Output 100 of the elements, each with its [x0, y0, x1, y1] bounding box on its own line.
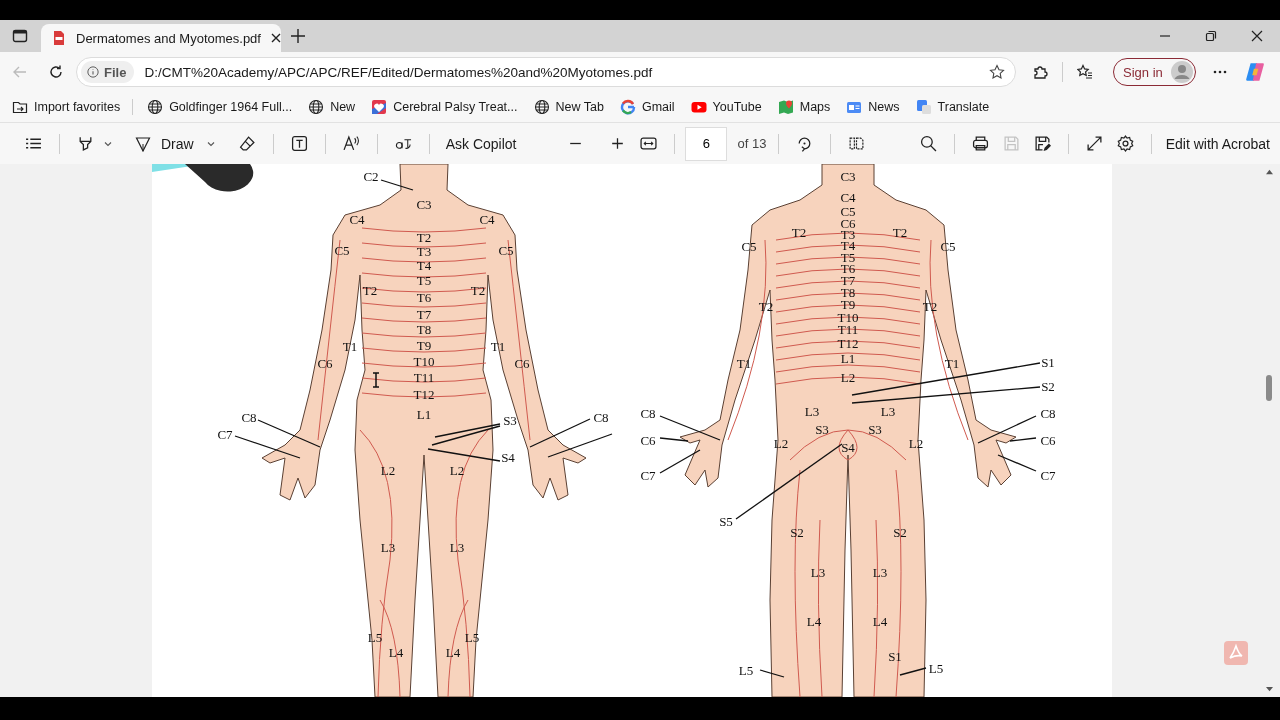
dermatome-label: L5 — [738, 662, 754, 678]
dermatome-label: S3 — [503, 412, 517, 428]
dermatome-label: T1 — [490, 338, 506, 354]
tab-title: Dermatomes and Myotomes.pdf — [76, 30, 261, 46]
leader-line — [257, 419, 321, 448]
eraser-icon[interactable] — [238, 135, 256, 152]
leader-line — [899, 667, 927, 676]
translate-icon — [915, 99, 932, 115]
refresh-icon[interactable] — [48, 64, 64, 80]
dermatome-label: S3 — [815, 421, 829, 437]
settings-icon[interactable] — [1116, 135, 1134, 152]
expand-icon[interactable] — [1085, 135, 1103, 152]
read-aloud-icon[interactable] — [342, 135, 360, 152]
ask-copilot-button[interactable]: Ask Copilot — [445, 135, 517, 152]
dermatome-label: L3 — [449, 539, 465, 555]
highlighter-icon[interactable] — [77, 135, 94, 152]
puzzle-icon[interactable] — [1032, 64, 1048, 80]
dermatome-label: T12 — [837, 335, 859, 351]
dermatome-label: L2 — [908, 435, 924, 451]
dermatome-label: S1 — [1041, 354, 1055, 370]
favorite-link[interactable]: New — [308, 99, 356, 115]
dermatome-label: C2 — [363, 168, 379, 184]
address-field[interactable]: File D:/CMT%20Academy/APC/APC/REF/Edited/Dermatomes%20and%20Myotomes.pdf — [76, 57, 1016, 87]
dermatome-label: C7 — [1040, 467, 1056, 483]
dermatome-label: C5 — [334, 242, 350, 258]
text-box-icon[interactable] — [290, 135, 308, 152]
close-icon[interactable] — [1251, 30, 1263, 42]
favorite-link[interactable]: Maps — [777, 99, 831, 115]
dermatome-label: T5 — [840, 249, 856, 265]
dermatome-label: T8 — [416, 321, 432, 337]
favorite-link[interactable]: News — [846, 99, 900, 115]
copilot-icon[interactable] — [1243, 61, 1266, 83]
dermatome-label: S1 — [888, 648, 902, 664]
leader-line — [431, 425, 501, 446]
dermatome-label: C7 — [640, 467, 656, 483]
browser-tab[interactable]: Dermatomes and Myotomes.pdf — [41, 24, 281, 52]
dermatome-label: L2 — [773, 435, 789, 451]
dermatome-label: L5 — [464, 629, 480, 645]
dermatome-label: S4 — [841, 439, 855, 455]
scroll-thumb[interactable] — [1266, 375, 1272, 401]
scheme-label: File — [104, 64, 127, 80]
new-tab-icon[interactable] — [290, 28, 306, 44]
dermatome-label: T11 — [413, 369, 435, 385]
dermatome-label: C5 — [741, 238, 757, 254]
avatar-icon — [1170, 61, 1193, 83]
search-icon[interactable] — [919, 135, 937, 152]
print-icon[interactable] — [971, 135, 989, 152]
text-cursor-icon — [372, 372, 380, 388]
favorite-link[interactable]: New Tab — [533, 99, 604, 115]
dermatome-label: C5 — [940, 238, 956, 254]
dermatome-label: T1 — [736, 355, 752, 371]
dermatome-label: L3 — [804, 403, 820, 419]
dermatome-label: C6 — [514, 355, 530, 371]
dermatome-label: C8 — [640, 405, 656, 421]
dermatome-label: S2 — [1041, 378, 1055, 394]
dermatome-label: L4 — [806, 613, 822, 629]
restore-icon[interactable] — [1205, 30, 1217, 42]
newspaper-icon — [846, 99, 863, 115]
site-info-chip[interactable]: File — [81, 61, 135, 83]
edit-with-acrobat-button[interactable]: Edit with Acrobat — [1165, 135, 1270, 152]
page-view-icon[interactable] — [848, 135, 866, 152]
dermatome-label: T3 — [416, 243, 432, 259]
dermatome-label: C5 — [498, 242, 514, 258]
scroll-down-icon[interactable] — [1264, 686, 1274, 693]
dermatome-label: C6 — [317, 355, 333, 371]
dermatome-label: T2 — [922, 298, 938, 314]
dermatome-label: L3 — [380, 539, 396, 555]
dermatome-label: L2 — [449, 462, 465, 478]
draw-button[interactable]: Draw — [135, 135, 216, 152]
favorites-icon[interactable] — [1077, 64, 1093, 80]
globe-icon — [308, 99, 325, 115]
dermatome-label: S3 — [868, 421, 882, 437]
pen-nib-icon — [135, 135, 151, 152]
dermatome-label: L1 — [840, 350, 856, 366]
leader-line — [547, 433, 613, 458]
dermatome-label: C6 — [1040, 432, 1056, 448]
favorite-link[interactable]: Cerebral Palsy Treat... — [371, 99, 518, 115]
leader-line — [529, 418, 591, 448]
dermatome-label: C7 — [217, 426, 233, 442]
favorite-link[interactable]: YouTube — [690, 99, 762, 115]
folder-import-icon — [12, 99, 28, 115]
favorite-link[interactable]: Import favorites — [12, 99, 121, 115]
sidebar-icon[interactable] — [12, 28, 28, 44]
leader-line — [234, 435, 301, 459]
favorite-link[interactable]: Gmail — [619, 99, 675, 115]
star-icon[interactable] — [989, 64, 1005, 80]
dermatome-label: T1 — [342, 338, 358, 354]
heart-tile-icon — [371, 99, 388, 115]
scroll-up-icon[interactable] — [1264, 168, 1274, 175]
dermatome-label: T2 — [416, 229, 432, 245]
favorite-link[interactable]: Translate — [915, 99, 990, 115]
dermatome-label: T4 — [416, 257, 432, 273]
favorite-link[interactable]: Goldfinger 1964 Full... — [147, 99, 293, 115]
save-as-icon[interactable] — [1033, 135, 1051, 152]
close-icon[interactable] — [269, 32, 282, 44]
fit-width-icon[interactable] — [640, 135, 658, 152]
dermatome-label: T6 — [416, 289, 432, 305]
dermatome-label: L4 — [872, 613, 888, 629]
dermatome-label: L2 — [840, 369, 856, 385]
page-number-field[interactable]: 6 — [685, 126, 728, 161]
